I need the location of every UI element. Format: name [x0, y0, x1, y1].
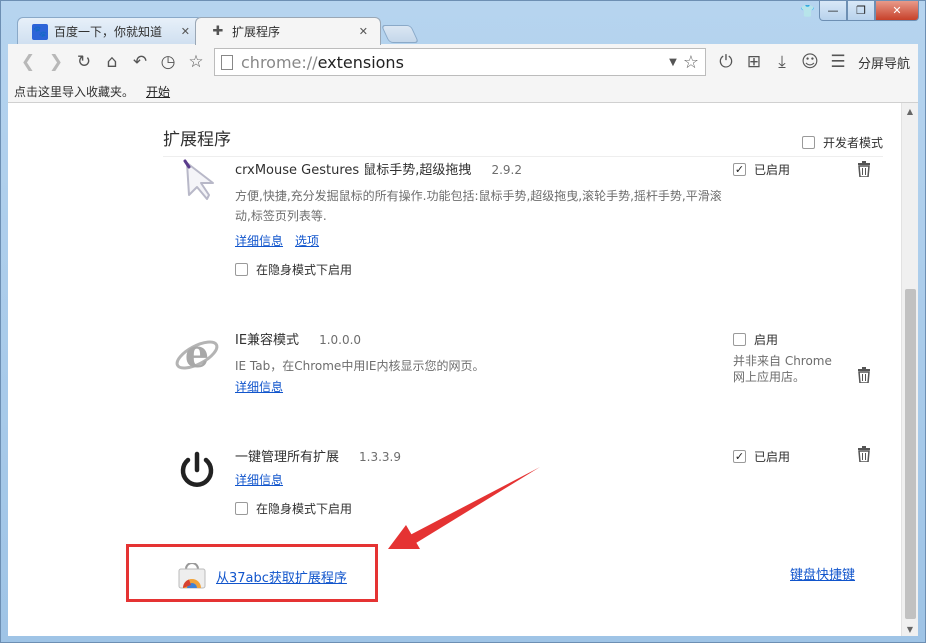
minimize-button[interactable]: —	[819, 1, 847, 21]
extension-name: 一键管理所有扩展	[235, 450, 340, 465]
incognito-checkbox[interactable]	[235, 502, 248, 515]
details-link[interactable]: 详细信息	[235, 473, 283, 487]
enable-toggle[interactable]: ✓ 已启用	[733, 448, 790, 465]
extension-version: 2.9.2	[491, 163, 522, 177]
extension-description: 方便,快捷,充分发掘鼠标的所有操作.功能包括:鼠标手势,超级拖曳,滚轮手势,摇杆…	[235, 189, 722, 223]
home-icon[interactable]: ⌂	[98, 48, 126, 76]
extension-version: 1.0.0.0	[319, 333, 362, 347]
details-link[interactable]: 详细信息	[235, 234, 283, 248]
forward-icon[interactable]: ❯	[42, 48, 70, 76]
developer-mode-label: 开发者模式	[823, 136, 884, 150]
power-icon[interactable]: ⏻	[712, 48, 740, 76]
extension-description: IE Tab，在Chrome中用IE内核显示您的网页。	[235, 359, 485, 373]
page-icon	[221, 54, 233, 70]
extension-links: 详细信息	[235, 471, 725, 488]
incognito-checkbox[interactable]	[235, 263, 248, 276]
url-path: extensions	[317, 52, 404, 72]
incognito-label: 在隐身模式下启用	[256, 502, 353, 516]
incognito-label: 在隐身模式下启用	[256, 263, 353, 277]
theme-shirt-icon[interactable]: 👕	[800, 4, 815, 18]
extension-name: crxMouse Gestures 鼠标手势,超级拖拽	[235, 163, 472, 178]
not-from-store-note: 并非来自 Chrome 网上应用店。	[733, 354, 832, 384]
reload-icon[interactable]: ↻	[70, 48, 98, 76]
tab-close-icon[interactable]: ✕	[181, 25, 190, 38]
enable-checkbox[interactable]: ✓	[733, 163, 746, 176]
tab-close-icon[interactable]: ✕	[359, 25, 368, 38]
enable-toggle[interactable]: ✓ 已启用	[733, 161, 790, 178]
ie-logo-icon: e	[173, 329, 221, 377]
enable-label: 启用	[754, 333, 779, 347]
svg-text:e: e	[185, 331, 209, 376]
baidu-paw-icon: 🐾	[32, 23, 48, 40]
incognito-toggle[interactable]: 在隐身模式下启用	[235, 261, 725, 278]
trash-icon[interactable]	[857, 161, 871, 178]
extensions-page: 扩展程序 开发者模式 crxMouse Gestures 鼠标手势,超级拖拽 2.…	[8, 102, 918, 636]
options-link[interactable]: 选项	[295, 234, 319, 248]
history-clock-icon[interactable]: ◷	[154, 48, 182, 76]
enable-checkbox[interactable]: ✓	[733, 450, 746, 463]
bookmarks-bar: 点击这里导入收藏夹。 开始	[8, 80, 918, 102]
developer-mode-checkbox[interactable]	[802, 136, 815, 149]
extension-details: 一键管理所有扩展 1.3.3.9 详细信息 在隐身模式下启用	[235, 446, 725, 517]
extension-links: 详细信息 选项	[235, 232, 725, 249]
enable-toggle[interactable]: 启用	[733, 331, 778, 348]
annotation-highlight-box	[126, 544, 378, 602]
vertical-scrollbar[interactable]: ▲ ▼	[901, 103, 918, 636]
scroll-down-icon[interactable]: ▼	[902, 621, 918, 636]
close-window-button[interactable]: ✕	[875, 1, 919, 21]
undo-close-icon[interactable]: ↶	[126, 48, 154, 76]
scroll-up-icon[interactable]: ▲	[902, 103, 918, 119]
address-bar[interactable]: chrome://extensions ▼ ☆	[214, 48, 706, 76]
keyboard-shortcuts-link[interactable]: 键盘快捷键	[790, 564, 855, 583]
url-text[interactable]: chrome://extensions	[241, 53, 669, 72]
scrollbar-thumb[interactable]	[905, 289, 916, 619]
tab-extensions[interactable]: ✚ 扩展程序 ✕	[195, 17, 381, 45]
puzzle-icon: ✚	[212, 24, 224, 39]
extension-version: 1.3.3.9	[359, 450, 401, 464]
mouse-gesture-arrow-icon	[173, 159, 221, 207]
apps-grid-icon[interactable]: ⊞	[740, 48, 768, 76]
tab-title: 扩展程序	[232, 25, 281, 39]
title-divider	[163, 156, 883, 157]
star-icon[interactable]: ☆	[683, 52, 699, 73]
bookmark-star-icon[interactable]: ☆	[182, 48, 210, 76]
import-start-link[interactable]: 开始	[146, 83, 170, 100]
tab-strip: 🐾 百度一下，你就知道 ✕ ✚ 扩展程序 ✕	[17, 15, 420, 45]
history-dropdown-icon[interactable]: ▼	[669, 57, 677, 68]
download-icon[interactable]: ⤓	[768, 48, 796, 76]
split-screen-nav-button[interactable]: 分屏导航	[858, 53, 910, 72]
trash-icon[interactable]	[857, 446, 871, 463]
extension-name: IE兼容模式	[235, 333, 300, 348]
user-account-icon[interactable]: ☺	[796, 48, 824, 76]
browser-toolbar: ❮ ❯ ↻ ⌂ ↶ ◷ ☆ chrome://extensions ▼ ☆ ⏻ …	[8, 44, 918, 80]
extension-details: IE兼容模式 1.0.0.0 IE Tab，在Chrome中用IE内核显示您的网页…	[235, 329, 725, 395]
trash-icon[interactable]	[857, 367, 871, 384]
extension-links: 详细信息	[235, 378, 725, 395]
window-controls: — ❐ ✕	[819, 1, 919, 21]
back-icon[interactable]: ❮	[14, 48, 42, 76]
page-title: 扩展程序	[163, 130, 231, 150]
enable-checkbox[interactable]	[733, 333, 746, 346]
incognito-toggle[interactable]: 在隐身模式下启用	[235, 500, 725, 517]
enable-label: 已启用	[754, 163, 791, 177]
menu-icon[interactable]: ☰	[824, 48, 852, 76]
maximize-button[interactable]: ❐	[847, 1, 875, 21]
new-tab-button[interactable]	[380, 25, 420, 43]
power-icon	[173, 446, 221, 494]
url-scheme: chrome://	[241, 52, 318, 72]
tab-title: 百度一下，你就知道	[54, 25, 163, 39]
developer-mode-toggle[interactable]: 开发者模式	[802, 134, 883, 151]
import-bookmarks-prompt: 点击这里导入收藏夹。	[14, 84, 135, 99]
details-link[interactable]: 详细信息	[235, 380, 283, 394]
enable-label: 已启用	[754, 450, 791, 464]
extension-details: crxMouse Gestures 鼠标手势,超级拖拽 2.9.2 方便,快捷,充…	[235, 159, 725, 278]
tab-baidu[interactable]: 🐾 百度一下，你就知道 ✕	[17, 17, 203, 45]
